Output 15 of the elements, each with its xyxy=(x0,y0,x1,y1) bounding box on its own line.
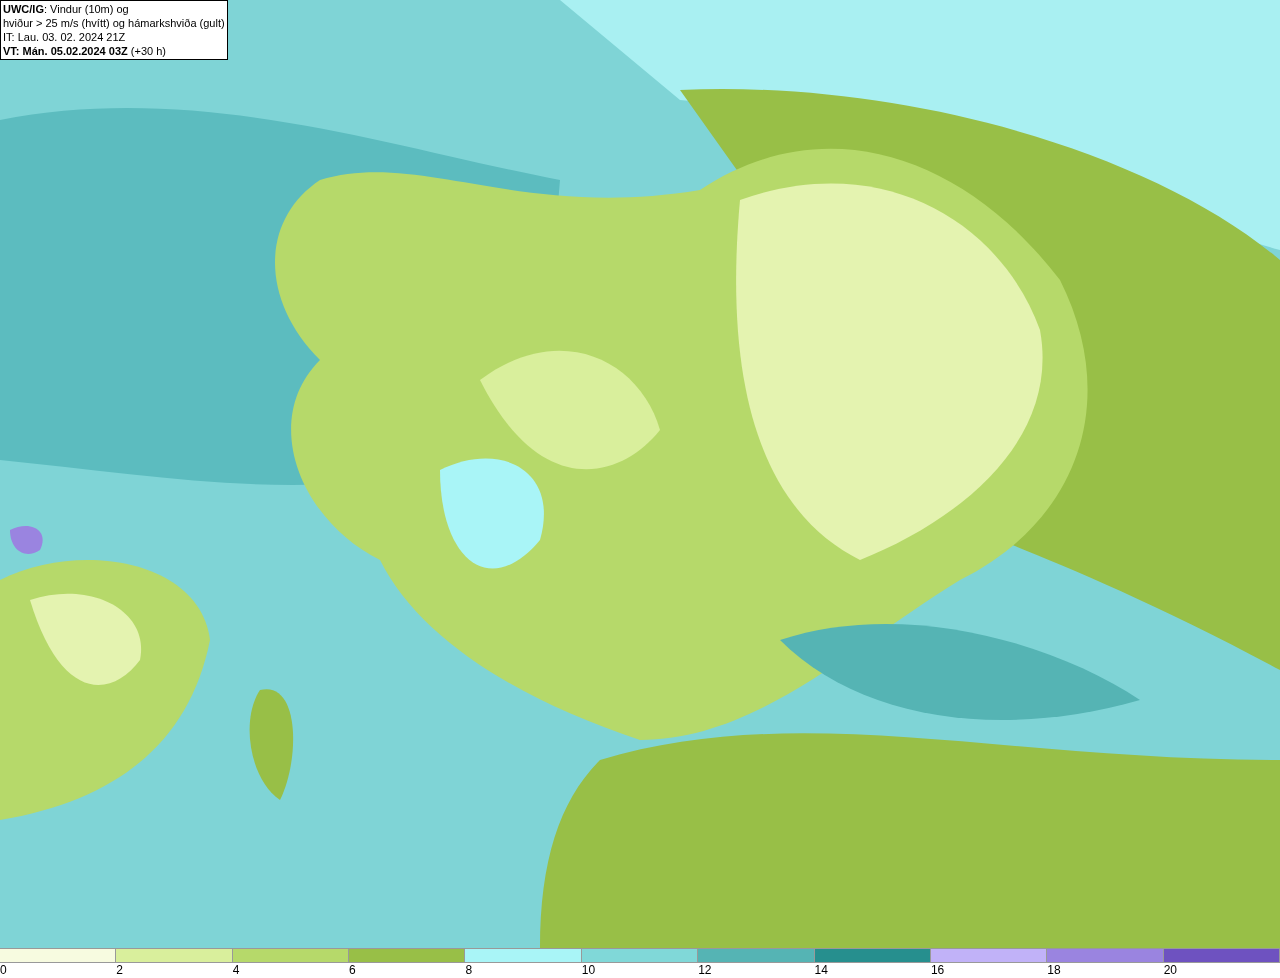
title-line: hviður > 25 m/s (hvítt) og hámarkshviða (gult) xyxy=(3,16,225,30)
legend-tick-label: 16 xyxy=(930,963,945,978)
legend-tick-label: 20 xyxy=(1163,963,1177,978)
legend-tick-label: 18 xyxy=(1047,963,1061,978)
title-line: VT: Mán. 05.02.2024 03Z (+30 h) xyxy=(3,44,167,58)
legend-tick-label: 6 xyxy=(349,963,356,978)
legend-tick-label: 0 xyxy=(0,963,7,978)
legend-tick-label: 10 xyxy=(581,963,596,978)
legend-tick-label: 8 xyxy=(465,963,473,978)
legend-tick-label: 2 xyxy=(116,963,124,978)
legend-tick-label: 14 xyxy=(814,963,828,978)
title-line: IT: Lau. 03. 02. 2024 21Z xyxy=(3,30,127,44)
legend-tick-label: 4 xyxy=(232,963,240,978)
legend-tick-label: 12 xyxy=(698,963,712,978)
title-line: UWC/IG: Vindur (10m) og xyxy=(3,2,130,16)
